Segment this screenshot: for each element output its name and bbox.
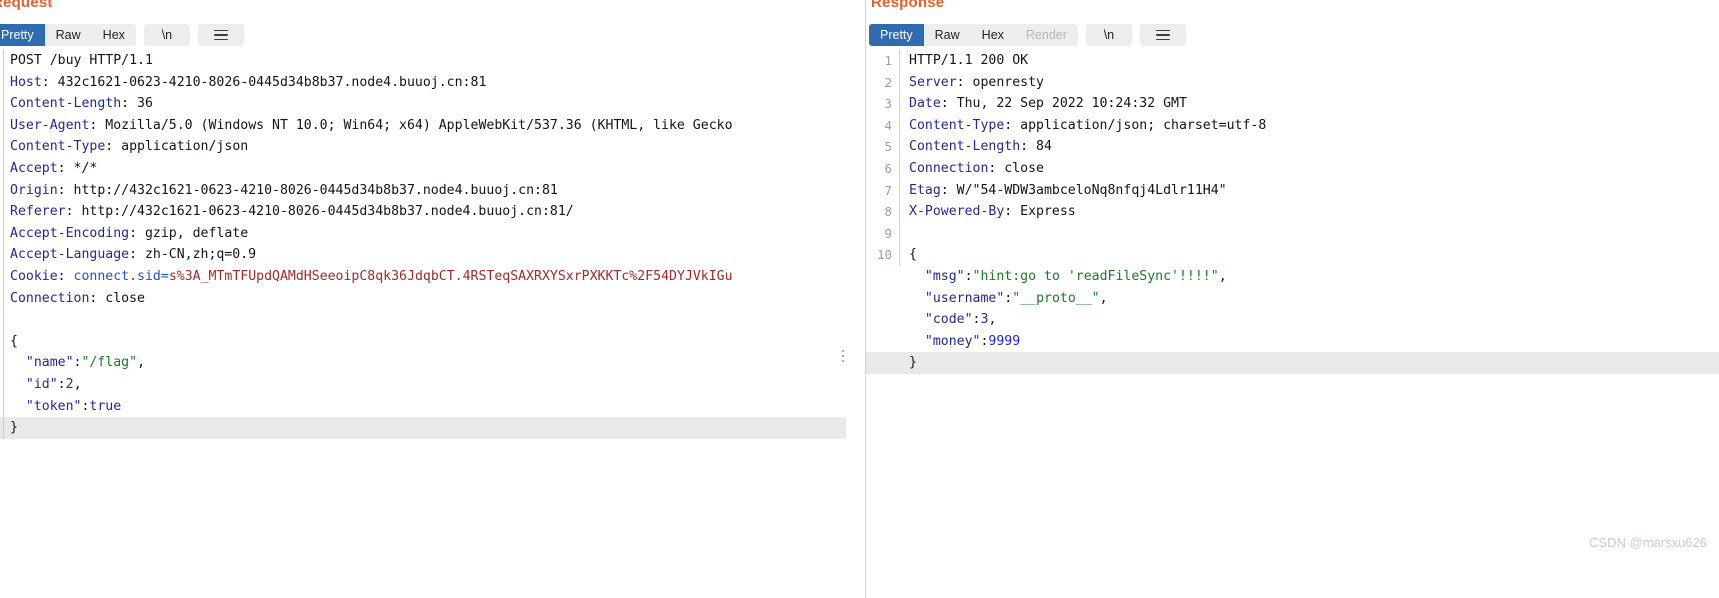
request-panel: Request Pretty Raw Hex \n POST /buy HTTP… (0, 0, 866, 598)
request-line: "id":2, (25, 376, 82, 392)
request-tab-hex[interactable]: Hex (91, 24, 136, 46)
request-line: "token":true (25, 398, 122, 414)
request-newline-toggle[interactable]: \n (143, 24, 190, 46)
response-line: 10{ (866, 244, 1719, 266)
burp-http-viewer: Request Pretty Raw Hex \n POST /buy HTTP… (0, 0, 1719, 598)
request-panel-title: Request (0, 0, 53, 11)
response-tab-raw[interactable]: Raw (923, 24, 971, 46)
line-number: 2 (866, 71, 900, 94)
response-tab-render[interactable]: Render (1014, 24, 1078, 46)
hamburger-icon (1155, 29, 1170, 41)
line-number: 8 (866, 201, 900, 223)
response-toolbar: Pretty Raw Hex Render \n (869, 24, 1186, 46)
request-tab-raw[interactable]: Raw (44, 24, 92, 46)
hamburger-icon (213, 29, 228, 41)
request-line: Referer: http://432c1621-0623-4210-8026-… (10, 204, 574, 220)
response-line: } (866, 352, 1719, 374)
request-line: { (10, 333, 18, 349)
response-tab-pretty[interactable]: Pretty (869, 24, 924, 46)
line-number: 10 (866, 244, 900, 266)
line-number: 9 (866, 222, 900, 245)
request-line: } (0, 417, 846, 439)
request-line: Cookie: connect.sid=s%3A_MTmTFUpdQAMdHSe… (10, 268, 733, 284)
response-code-area[interactable]: 1 HTTP/1.1 200 OK 2 Server: openresty 3 Date:… (866, 50, 1719, 598)
response-line: 5 Content-Length: 84 (866, 136, 1719, 158)
response-view-tabs[interactable]: Pretty Raw Hex Render (869, 24, 1078, 46)
response-panel: Response Pretty Raw Hex Render \n 1 HTTP/… (866, 0, 1719, 598)
line-number: 6 (866, 157, 900, 180)
request-menu-button[interactable] (197, 24, 244, 46)
request-line: Accept-Language: zh-CN,zh;q=0.9 (10, 247, 257, 263)
request-line: Origin: http://432c1621-0623-4210-8026-0… (10, 182, 558, 198)
request-line: Content-Type: application/json (10, 139, 249, 155)
request-line: POST /buy HTTP/1.1 (10, 53, 153, 68)
request-code-content: POST /buy HTTP/1.1 Host: 432c1621-0623-42… (0, 50, 864, 439)
response-line: 2 Server: openresty (866, 71, 1719, 94)
response-line: 3 Date: Thu, 22 Sep 2022 10:24:32 GMT (866, 93, 1719, 115)
response-line: 6 Connection: close (866, 157, 1719, 180)
response-line: 9 (866, 222, 1719, 245)
request-line: Accept-Encoding: gzip, deflate (10, 225, 249, 241)
request-line: Content-Length: 36 (10, 96, 153, 112)
line-number: 4 (866, 114, 900, 137)
response-line: 8 X-Powered-By: Express (866, 201, 1719, 223)
line-number: 1 (866, 50, 900, 72)
response-line: "username":"__proto__", (924, 290, 1108, 306)
response-line: "code":3, (924, 312, 997, 328)
response-line: "money":9999 (924, 333, 1021, 349)
request-view-tabs[interactable]: Pretty Raw Hex (0, 24, 136, 46)
response-code-content: 1 HTTP/1.1 200 OK 2 Server: openresty 3 Date:… (866, 50, 1719, 374)
response-menu-button[interactable] (1139, 24, 1186, 46)
request-toolbar: Pretty Raw Hex \n (0, 24, 244, 46)
line-number: 3 (866, 93, 900, 115)
line-number: 5 (866, 136, 900, 158)
request-line: "name":"/flag", (25, 355, 146, 371)
request-body-resize-handle[interactable] (836, 346, 850, 366)
request-line (0, 309, 864, 331)
request-line: Accept: */* (10, 160, 98, 176)
line-number: 7 (866, 179, 900, 202)
request-line: User-Agent: Mozilla/5.0 (Windows NT 10.0… (10, 117, 733, 133)
response-line: 7 Etag: W/"54-WDW3ambceloNq8nfqj4Ldlr11H4… (866, 179, 1719, 202)
response-line: 4 Content-Type: application/json; charset… (866, 114, 1719, 137)
request-line: Connection: close (10, 290, 145, 306)
response-line: 1 HTTP/1.1 200 OK (866, 50, 1719, 72)
request-line: Host: 432c1621-0623-4210-8026-0445d34b8b… (10, 74, 487, 90)
request-code-area[interactable]: POST /buy HTTP/1.1 Host: 432c1621-0623-42… (0, 50, 864, 598)
response-panel-title: Response (871, 0, 945, 11)
response-newline-toggle[interactable]: \n (1085, 24, 1132, 46)
response-line: "msg":"hint:go to 'readFileSync'!!!!", (924, 268, 1227, 284)
request-tab-pretty[interactable]: Pretty (0, 24, 45, 46)
watermark: CSDN @marsxu626 (1589, 535, 1707, 550)
response-tab-hex[interactable]: Hex (970, 24, 1015, 46)
